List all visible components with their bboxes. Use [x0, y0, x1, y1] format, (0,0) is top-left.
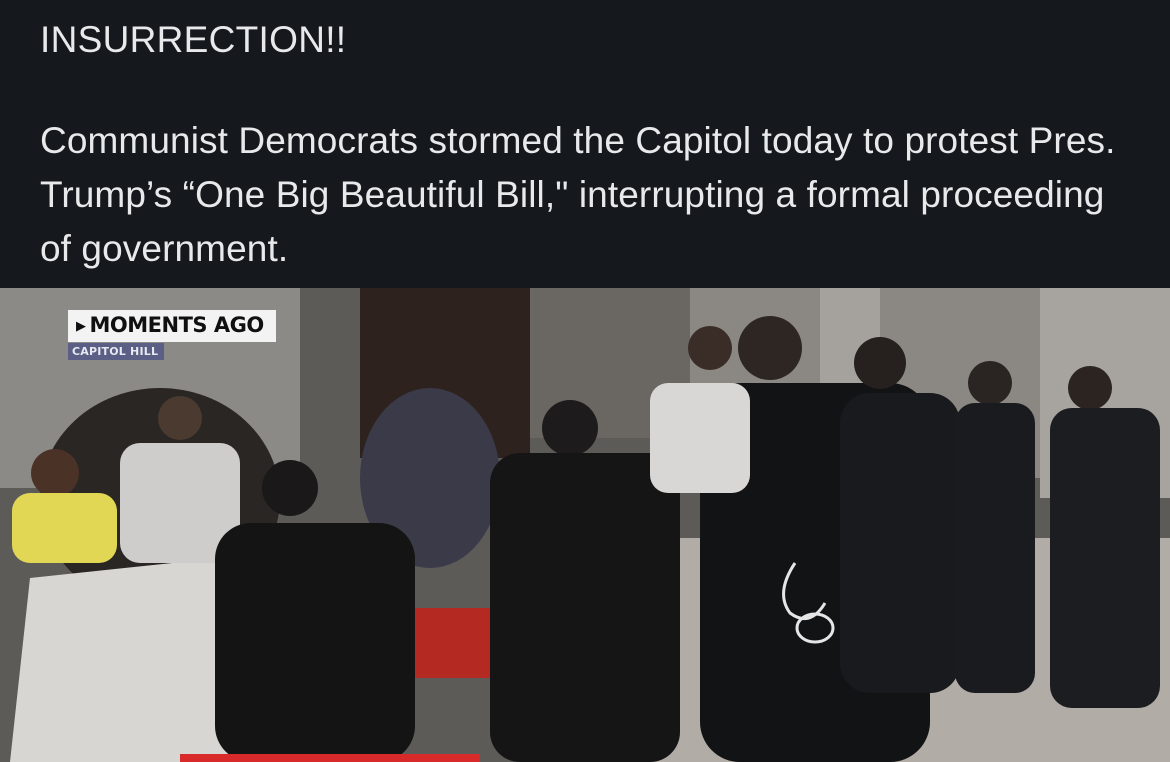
post-text: INSURRECTION!! Communist Democrats storm… [40, 14, 1140, 276]
post-headline: INSURRECTION!! [40, 19, 347, 60]
badge-primary-text: MOMENTS AGO [89, 313, 265, 337]
news-overlay-badge: ▶ MOMENTS AGO CAPITOL HILL [68, 310, 276, 360]
badge-moments-ago: ▶ MOMENTS AGO [68, 310, 276, 342]
video-frame[interactable]: ▶ MOMENTS AGO CAPITOL HILL [0, 288, 1170, 762]
post-card: INSURRECTION!! Communist Democrats storm… [0, 0, 1170, 762]
post-body: Communist Democrats stormed the Capitol … [40, 120, 1116, 269]
badge-location: CAPITOL HILL [68, 343, 165, 360]
play-triangle-icon: ▶ [76, 319, 86, 334]
